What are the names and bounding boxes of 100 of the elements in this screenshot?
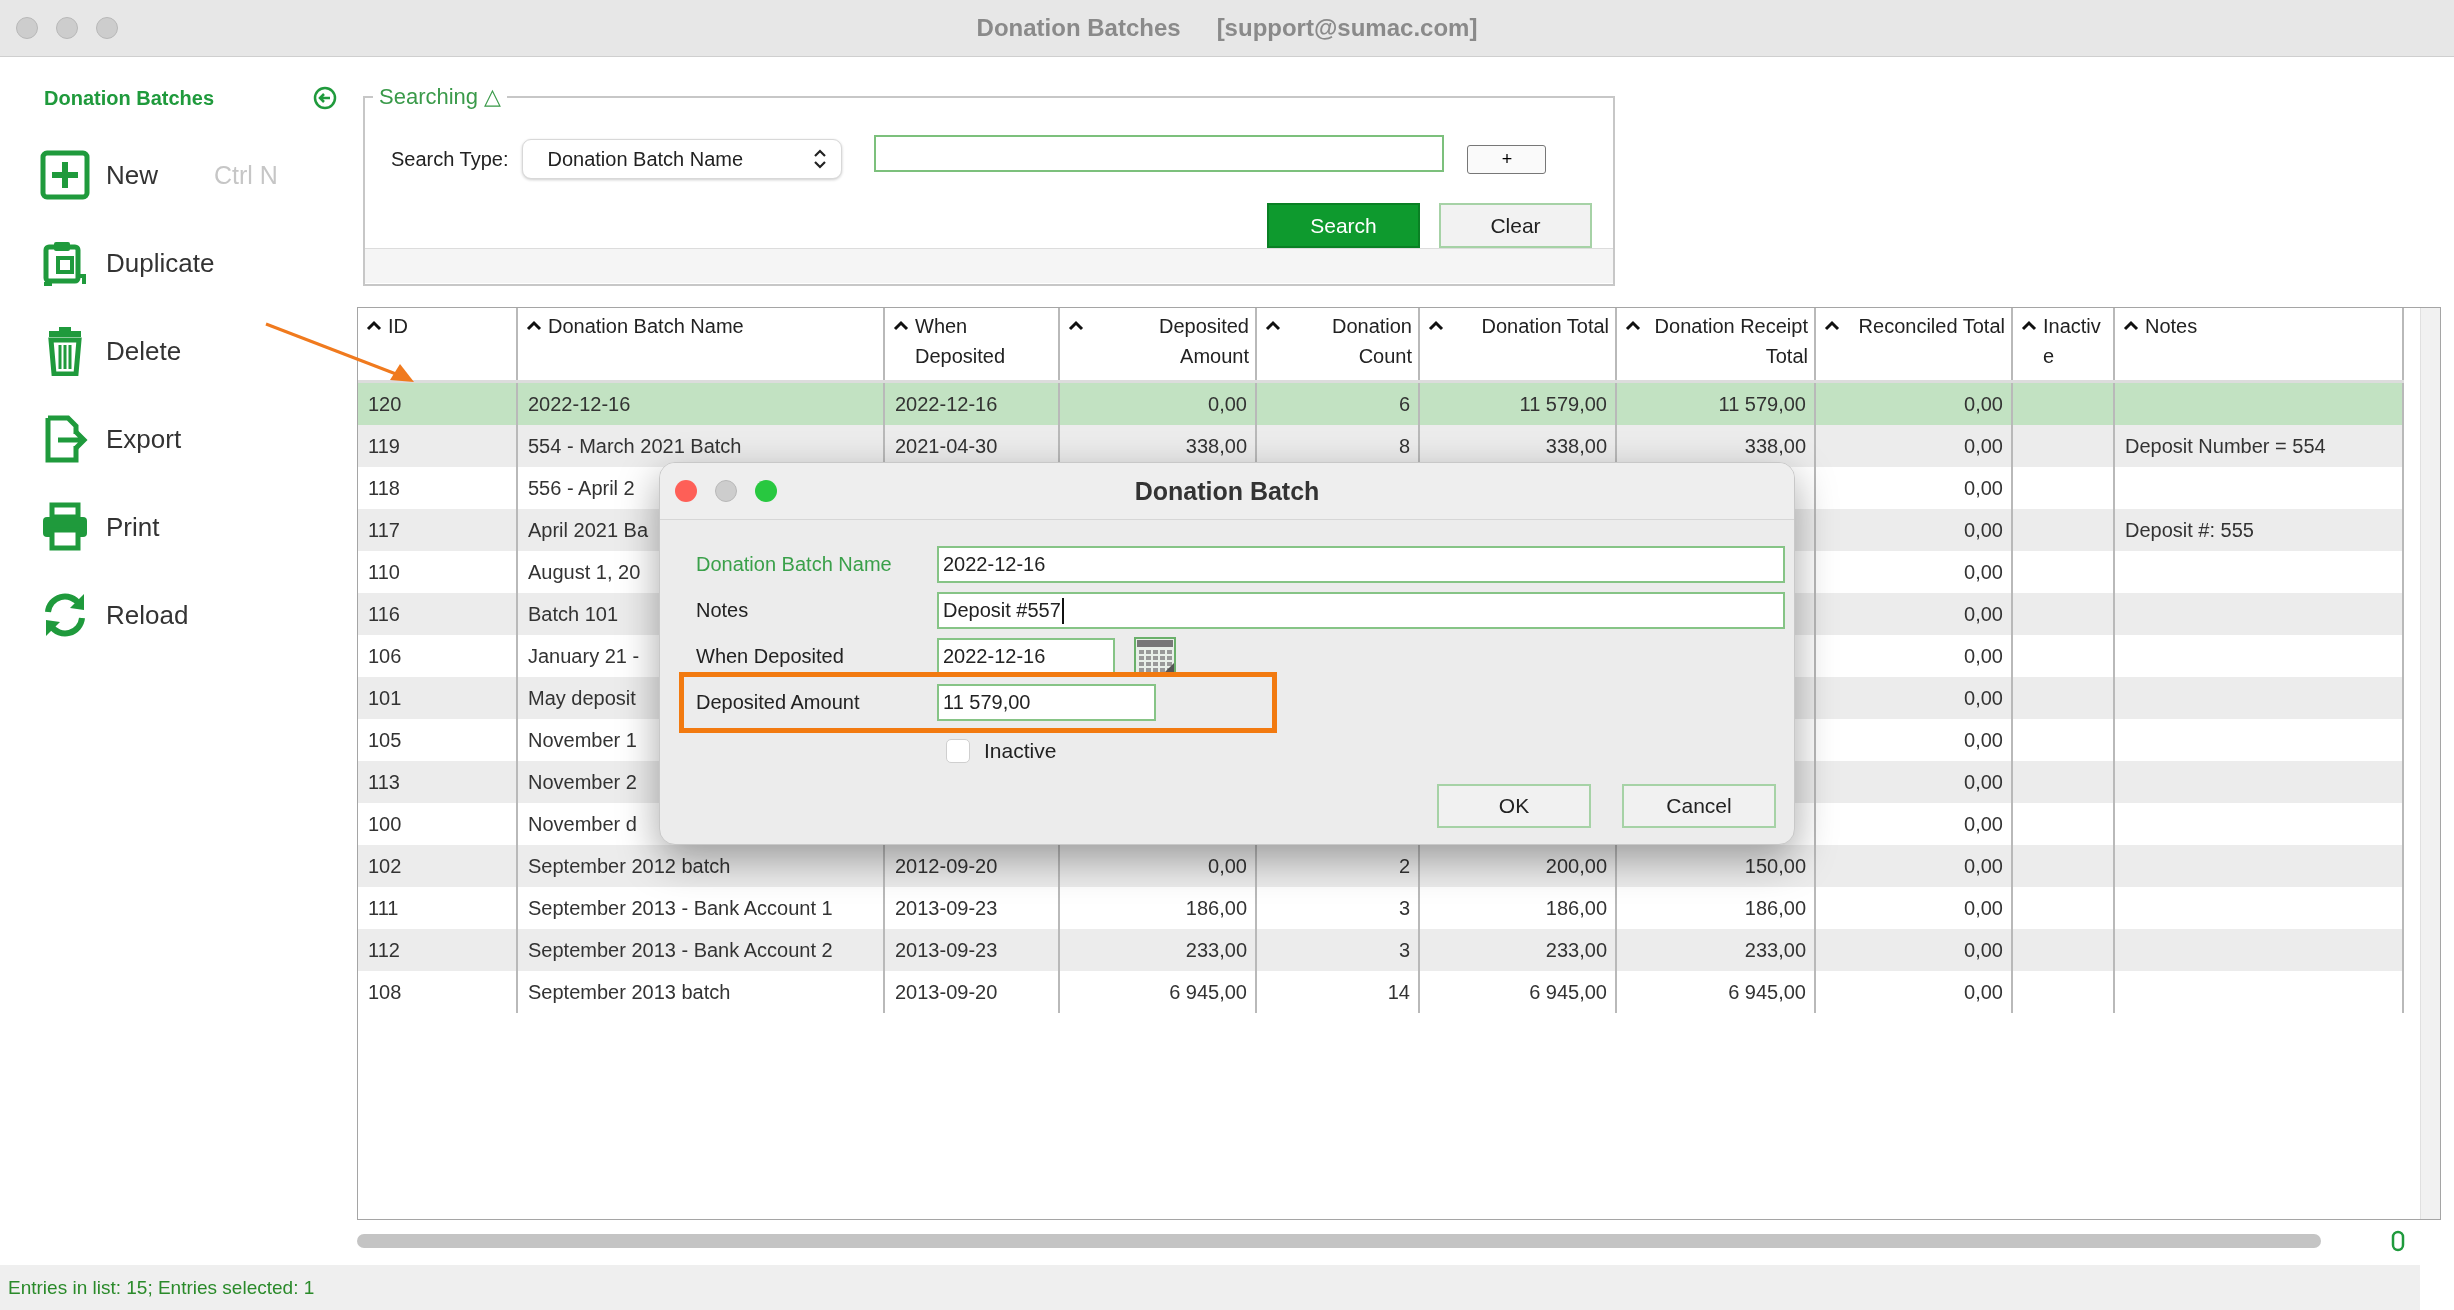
table-row[interactable]: 108 September 2013 batch 2013-09-20 6 945,00 14 6 945,00 6 945,00 0,00 <box>358 971 2403 1013</box>
table-row[interactable]: 111 September 2013 - Bank Account 1 2013-09-23 186,00 3 186,00 186,00 0,00 <box>358 887 2403 929</box>
column-header[interactable]: Deposited Amount <box>1059 308 1256 382</box>
table-cell: 112 <box>368 938 400 961</box>
item-label: Duplicate <box>106 247 215 279</box>
table-row[interactable]: 102 September 2012 batch 2012-09-20 0,00 2 200,00 150,00 0,00 <box>358 845 2403 887</box>
shortcut-label: Ctrl N <box>214 160 278 190</box>
table-cell: 0,00 <box>1964 602 2003 625</box>
column-header[interactable]: Reconciled Total <box>1815 308 2012 382</box>
column-header[interactable]: Notes <box>2114 308 2403 382</box>
panel-legend[interactable]: Searching △ <box>373 84 508 110</box>
table-cell: 0,00 <box>1964 812 2003 835</box>
table-cell: 233,00 <box>1545 938 1607 961</box>
item-label: New <box>106 159 158 191</box>
dialog-button[interactable]: Cancel <box>1622 784 1776 828</box>
table-cell: September 2013 - Bank Account 2 <box>528 938 833 961</box>
table-cell: 2013-09-20 <box>895 980 998 1003</box>
table-cell: 0,00 <box>1208 392 1247 415</box>
table-cell: 14 <box>1387 980 1410 1003</box>
window-control[interactable] <box>675 480 697 502</box>
table-cell: 117 <box>368 518 400 541</box>
search-button[interactable]: Search <box>1267 203 1420 248</box>
item-label: Print <box>106 511 160 543</box>
table-cell: 2022-12-16 <box>528 392 631 415</box>
column-header[interactable]: ID <box>358 308 517 382</box>
column-header[interactable]: Donation Total <box>1419 308 1616 382</box>
column-header[interactable]: Donation Batch Name <box>517 308 884 382</box>
sidebar-item[interactable]: Duplicate <box>0 219 215 307</box>
table-cell: 118 <box>368 476 400 499</box>
table-cell: 0,00 <box>1964 434 2003 457</box>
field-label: Notes <box>696 599 750 622</box>
sort-caret-icon <box>366 320 382 331</box>
table-cell: 100 <box>368 812 402 835</box>
table-cell: 110 <box>368 560 400 583</box>
window-control[interactable] <box>96 17 118 39</box>
column-header[interactable]: When Deposited <box>884 308 1059 382</box>
table-cell: 150,00 <box>1744 854 1806 877</box>
column-header[interactable]: Donation Receipt Total <box>1616 308 1815 382</box>
item-label: Delete <box>106 335 182 367</box>
add-button[interactable]: + <box>1467 144 1547 174</box>
sidebar-item[interactable]: Export <box>0 395 182 483</box>
table-cell: 6 945,00 <box>1728 980 1806 1003</box>
table-row[interactable]: 112 September 2013 - Bank Account 2 2013-09-23 233,00 3 233,00 233,00 0,00 <box>358 929 2403 971</box>
column-header[interactable]: Inactive <box>2012 308 2114 382</box>
table-cell: 2013-09-23 <box>895 896 998 919</box>
search-field[interactable] <box>874 134 1445 172</box>
sort-caret-icon <box>1265 320 1281 331</box>
table-cell: August 1, 20 <box>528 560 641 583</box>
table-cell: September 2013 - Bank Account 1 <box>528 896 833 919</box>
table-cell: 0,00 <box>1964 854 2003 877</box>
input-field[interactable]: Deposit #557 <box>937 592 1785 629</box>
search-type-dropdown[interactable]: Donation Batch Name <box>522 139 843 179</box>
table-cell: 0,00 <box>1964 938 2003 961</box>
window-control[interactable] <box>16 17 38 39</box>
table-cell: 6 <box>1398 392 1410 415</box>
table-cell: 6 945,00 <box>1169 980 1247 1003</box>
table-cell: 120 <box>368 392 402 415</box>
table-cell: 0,00 <box>1964 476 2003 499</box>
sidebar-item[interactable]: New Ctrl N <box>0 131 278 219</box>
table-cell: 119 <box>368 434 400 457</box>
table-row[interactable]: 120 2022-12-16 2022-12-16 0,00 6 11 579,00 11 579,00 0,00 <box>358 381 2403 425</box>
table-cell: 2021-04-30 <box>895 434 998 457</box>
table-cell: 8 <box>1398 434 1410 457</box>
checkbox-label: Inactive <box>984 739 1057 763</box>
corner-ring-icon <box>2391 1230 2405 1252</box>
column-header[interactable]: Donation Count <box>1256 308 1419 382</box>
sort-caret-icon <box>893 320 909 331</box>
table-cell: 105 <box>368 728 402 751</box>
printer-icon <box>40 502 90 552</box>
horizontal-scrollbar[interactable] <box>357 1234 2321 1248</box>
sidebar-item[interactable]: Reload <box>0 571 189 659</box>
window-control[interactable] <box>715 480 737 502</box>
window-control[interactable] <box>755 480 777 502</box>
table-cell: 3 <box>1398 938 1410 961</box>
item-label: Reload <box>106 599 189 631</box>
sidebar-item[interactable]: Delete <box>0 307 182 395</box>
table-cell: 0,00 <box>1964 560 2003 583</box>
dialog-title: Donation Batch <box>1134 476 1320 506</box>
table-cell: Batch 101 <box>528 602 619 625</box>
vertical-scrollbar[interactable] <box>2420 308 2440 1219</box>
input-field[interactable]: 11 579,00 <box>937 684 1156 721</box>
dialog-button[interactable]: OK <box>1437 784 1591 828</box>
table-cell: 233,00 <box>1185 938 1247 961</box>
table-cell: November 2 <box>528 770 637 793</box>
table-cell: September 2013 batch <box>528 980 731 1003</box>
table-cell: September 2012 batch <box>528 854 731 877</box>
table-cell: 2 <box>1398 854 1410 877</box>
sort-caret-icon <box>1068 320 1084 331</box>
table-cell: 11 579,00 <box>1718 392 1806 415</box>
table-cell: 338,00 <box>1545 434 1607 457</box>
window-control[interactable] <box>56 17 78 39</box>
sidebar-item[interactable]: Print <box>0 483 160 571</box>
table-cell: 6 945,00 <box>1529 980 1607 1003</box>
sort-caret-icon <box>2021 320 2037 331</box>
field-label: When Deposited <box>696 645 845 668</box>
table-cell: 11 579,00 <box>1519 392 1607 415</box>
table-cell: 0,00 <box>1964 644 2003 667</box>
search-button[interactable]: Clear <box>1439 203 1592 248</box>
sort-caret-icon <box>1428 320 1444 331</box>
input-field[interactable]: 2022-12-16 <box>937 546 1785 583</box>
